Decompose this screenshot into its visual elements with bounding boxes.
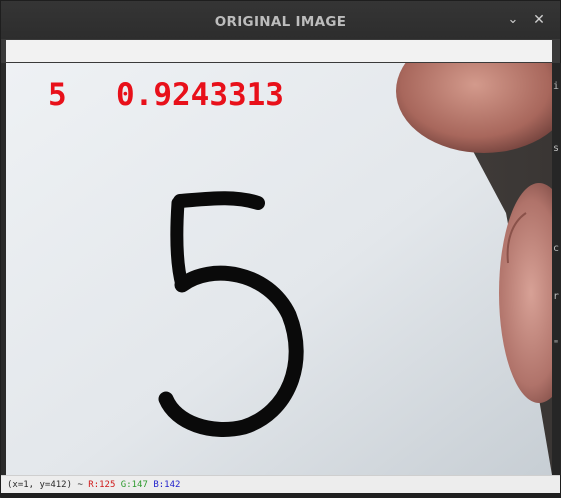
close-icon[interactable]: ✕ [530, 11, 548, 29]
window-bottom-border [1, 493, 561, 498]
pixel-blue-value: B:142 [153, 480, 181, 490]
predicted-label: 5 [48, 77, 67, 113]
pixel-red-value: R:125 [88, 480, 116, 490]
title-bar[interactable]: ORIGINAL IMAGE ⌄ ✕ [1, 1, 560, 39]
cursor-coords: (x=1, y=412) ~ [7, 480, 83, 490]
pixel-green-value: G:147 [120, 480, 148, 490]
opencv-window: ORIGINAL IMAGE ⌄ ✕ 5 0.9243313 i s c r "… [0, 0, 561, 498]
confidence-score: 0.9243313 [116, 77, 284, 113]
background-window-edge: i s c r " [552, 63, 561, 475]
camera-frame: 5 0.9243313 [6, 63, 552, 475]
toolbar [6, 40, 552, 62]
minimize-icon[interactable]: ⌄ [504, 11, 522, 29]
image-canvas[interactable]: 5 0.9243313 [6, 63, 552, 475]
window-title: ORIGINAL IMAGE [214, 14, 347, 30]
